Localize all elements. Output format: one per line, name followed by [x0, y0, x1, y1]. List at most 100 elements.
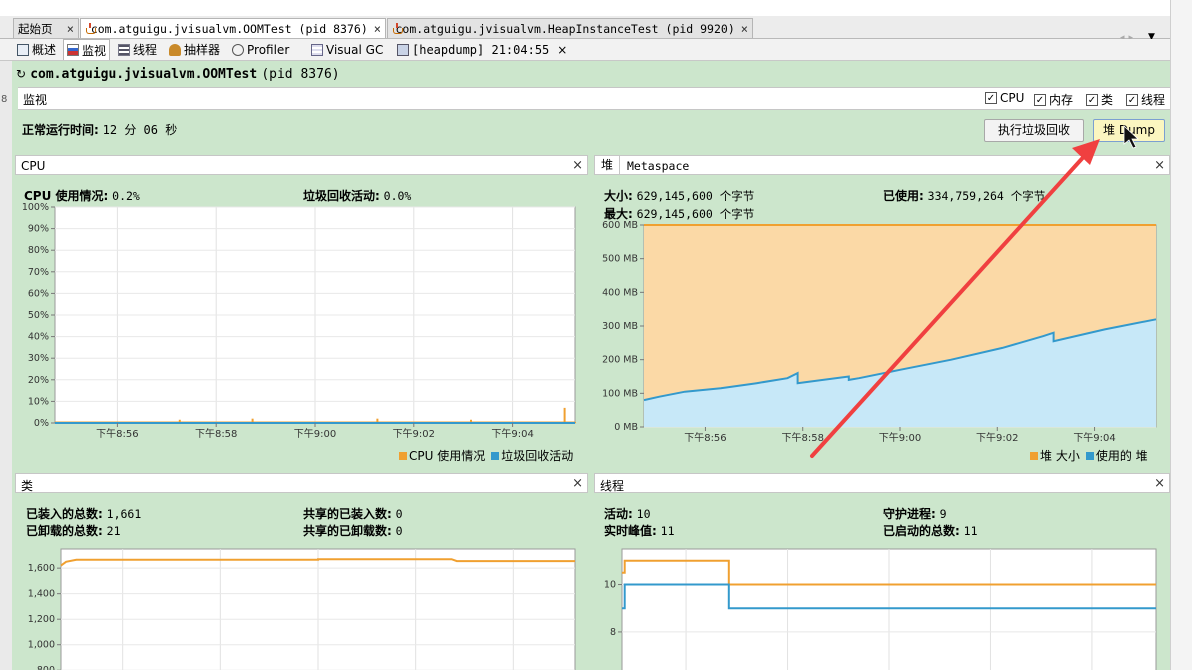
x-tick-label: 下午8:58 — [195, 427, 237, 440]
tab-heap[interactable]: 堆 — [595, 156, 620, 174]
panel-title: 类 — [21, 479, 34, 493]
close-icon[interactable]: × — [557, 43, 567, 57]
refresh-spinner-icon: ↻ — [16, 67, 27, 81]
classes-panel-header: 类 × — [15, 473, 588, 493]
y-tick-label: 10% — [28, 396, 49, 407]
perform-gc-button[interactable]: 执行垃圾回收 — [984, 119, 1084, 142]
checkbox-label: 内存 — [1049, 93, 1074, 107]
uptime-label: 正常运行时间: — [22, 123, 99, 137]
tab-heapinstancetest[interactable]: com.atguigu.jvisualvm.HeapInstanceTest (… — [387, 18, 753, 38]
stat-label: CPU 使用情况: — [24, 189, 109, 203]
visual-gc-icon — [311, 43, 323, 56]
checkbox-cpu[interactable]: ✓ CPU — [985, 91, 1024, 105]
close-icon[interactable]: × — [368, 22, 381, 36]
tab-label: 起始页 — [18, 21, 53, 36]
checkbox-label: 线程 — [1141, 93, 1166, 107]
app-pid: (pid 8376) — [261, 67, 340, 82]
y-tick-label: 30% — [28, 353, 49, 364]
tab-label: 概述 — [32, 43, 57, 57]
tab-label: [heapdump] 21:04:55 — [412, 42, 550, 57]
tab-threads[interactable]: 线程 — [115, 39, 160, 60]
y-tick-label: 400 MB — [602, 287, 638, 298]
stat-label: 已装入的总数: — [26, 507, 103, 521]
monitor-view: ↻ com.atguigu.jvisualvm.OOMTest (pid 837… — [12, 61, 1170, 670]
tab-start-page[interactable]: 起始页 × — [13, 18, 79, 38]
x-tick-label: 下午9:04 — [1073, 431, 1115, 443]
close-icon[interactable]: × — [1154, 476, 1165, 491]
y-tick-label: 40% — [28, 332, 49, 343]
tab-monitor[interactable]: 监视 — [63, 39, 111, 60]
checkbox-classes[interactable]: ✓ 类 — [1086, 91, 1113, 108]
close-icon[interactable]: × — [572, 158, 583, 173]
cpu-usage-stat: CPU 使用情况: 0.2% — [24, 187, 140, 204]
x-tick-label: 下午9:00 — [294, 427, 336, 440]
x-tick-label: 下午8:56 — [96, 427, 138, 440]
app-name: com.atguigu.jvisualvm.OOMTest — [30, 67, 258, 82]
stat-value: 9 — [939, 507, 947, 521]
heap-legend: 堆 大小 使用的 堆 — [1024, 447, 1148, 464]
stat-label: 最大: — [604, 207, 633, 221]
stat-label: 垃圾回收活动: — [303, 189, 380, 203]
threads-icon — [118, 43, 130, 56]
cpu-legend: CPU 使用情况 垃圾回收活动 — [393, 447, 573, 464]
checkbox-label: 类 — [1101, 93, 1114, 107]
stat-label: 大小: — [604, 189, 633, 203]
y-tick-label: 0 MB — [614, 422, 638, 433]
legend-label: 堆 大小 — [1040, 449, 1080, 463]
y-tick-label: 200 MB — [602, 355, 638, 366]
java-app-icon — [85, 22, 96, 35]
y-tick-label: 20% — [28, 375, 49, 386]
tab-label: Visual GC — [326, 42, 384, 57]
uptime-value: 12 分 06 秒 — [102, 123, 178, 137]
close-icon[interactable]: × — [61, 22, 74, 36]
heap-size-stat: 大小: 629,145,600 个字节 — [604, 187, 754, 204]
stat-label: 共享的已卸载数: — [303, 524, 392, 538]
checkmark-icon: ✓ — [1034, 93, 1046, 106]
stat-label: 已使用: — [883, 189, 924, 203]
uptime: 正常运行时间: 12 分 06 秒 — [22, 121, 177, 138]
window-top-strip — [0, 0, 1170, 16]
tab-sampler[interactable]: 抽样器 — [166, 39, 223, 60]
tab-metaspace[interactable]: Metaspace — [627, 159, 689, 173]
checkmark-icon: ✓ — [985, 92, 997, 104]
stat-value: 0 — [395, 524, 403, 538]
started-threads-stat: 已启动的总数: 11 — [883, 522, 978, 539]
tab-label: 监视 — [82, 43, 107, 58]
stat-label: 共享的已装入数: — [303, 507, 392, 521]
tab-overview[interactable]: 概述 — [14, 39, 59, 60]
y-tick-label: 0% — [34, 418, 49, 429]
y-tick-label: 1,600 — [28, 563, 55, 574]
stat-label: 实时峰值: — [604, 524, 657, 538]
cpu-panel-header: CPU × — [15, 155, 588, 175]
stat-value: 10 — [636, 507, 651, 521]
app-title: ↻ com.atguigu.jvisualvm.OOMTest (pid 837… — [16, 67, 340, 82]
stat-label: 守护进程: — [883, 507, 936, 521]
tab-profiler[interactable]: Profiler — [229, 39, 292, 60]
stat-label: 已启动的总数: — [883, 524, 960, 538]
stat-label: 活动: — [604, 507, 633, 521]
stat-value: 1,661 — [106, 507, 142, 521]
checkbox-memory[interactable]: ✓ 内存 — [1034, 91, 1073, 108]
y-tick-label: 80% — [28, 245, 49, 256]
daemon-threads-stat: 守护进程: 9 — [883, 505, 947, 522]
x-tick-label: 下午9:02 — [393, 427, 435, 440]
close-icon[interactable]: × — [1154, 158, 1165, 173]
y-tick-label: 70% — [28, 267, 49, 278]
legend-swatch-heap-used — [1085, 451, 1094, 460]
tab-oomtest[interactable]: com.atguigu.jvisualvm.OOMTest (pid 8376)… — [80, 18, 386, 38]
tab-label: com.atguigu.jvisualvm.OOMTest (pid 8376) — [90, 21, 368, 36]
y-tick-label: 100 MB — [602, 388, 638, 399]
y-tick-label: 10 — [604, 580, 616, 591]
gc-activity-stat: 垃圾回收活动: 0.0% — [303, 187, 411, 204]
y-tick-label: 500 MB — [602, 254, 638, 265]
tab-heapdump[interactable]: [heapdump] 21:04:55 × — [394, 39, 570, 60]
y-tick-label: 1,000 — [28, 640, 55, 651]
close-icon[interactable]: × — [572, 476, 583, 491]
checkbox-threads[interactable]: ✓ 线程 — [1126, 91, 1165, 108]
close-icon[interactable]: × — [735, 22, 748, 36]
sampler-icon — [169, 43, 181, 56]
heap-dump-button[interactable]: 堆 Dump — [1093, 119, 1165, 142]
tab-label: 抽样器 — [184, 43, 221, 57]
tab-visual-gc[interactable]: Visual GC — [308, 39, 386, 60]
unloaded-classes-stat: 已卸载的总数: 21 — [26, 522, 121, 539]
